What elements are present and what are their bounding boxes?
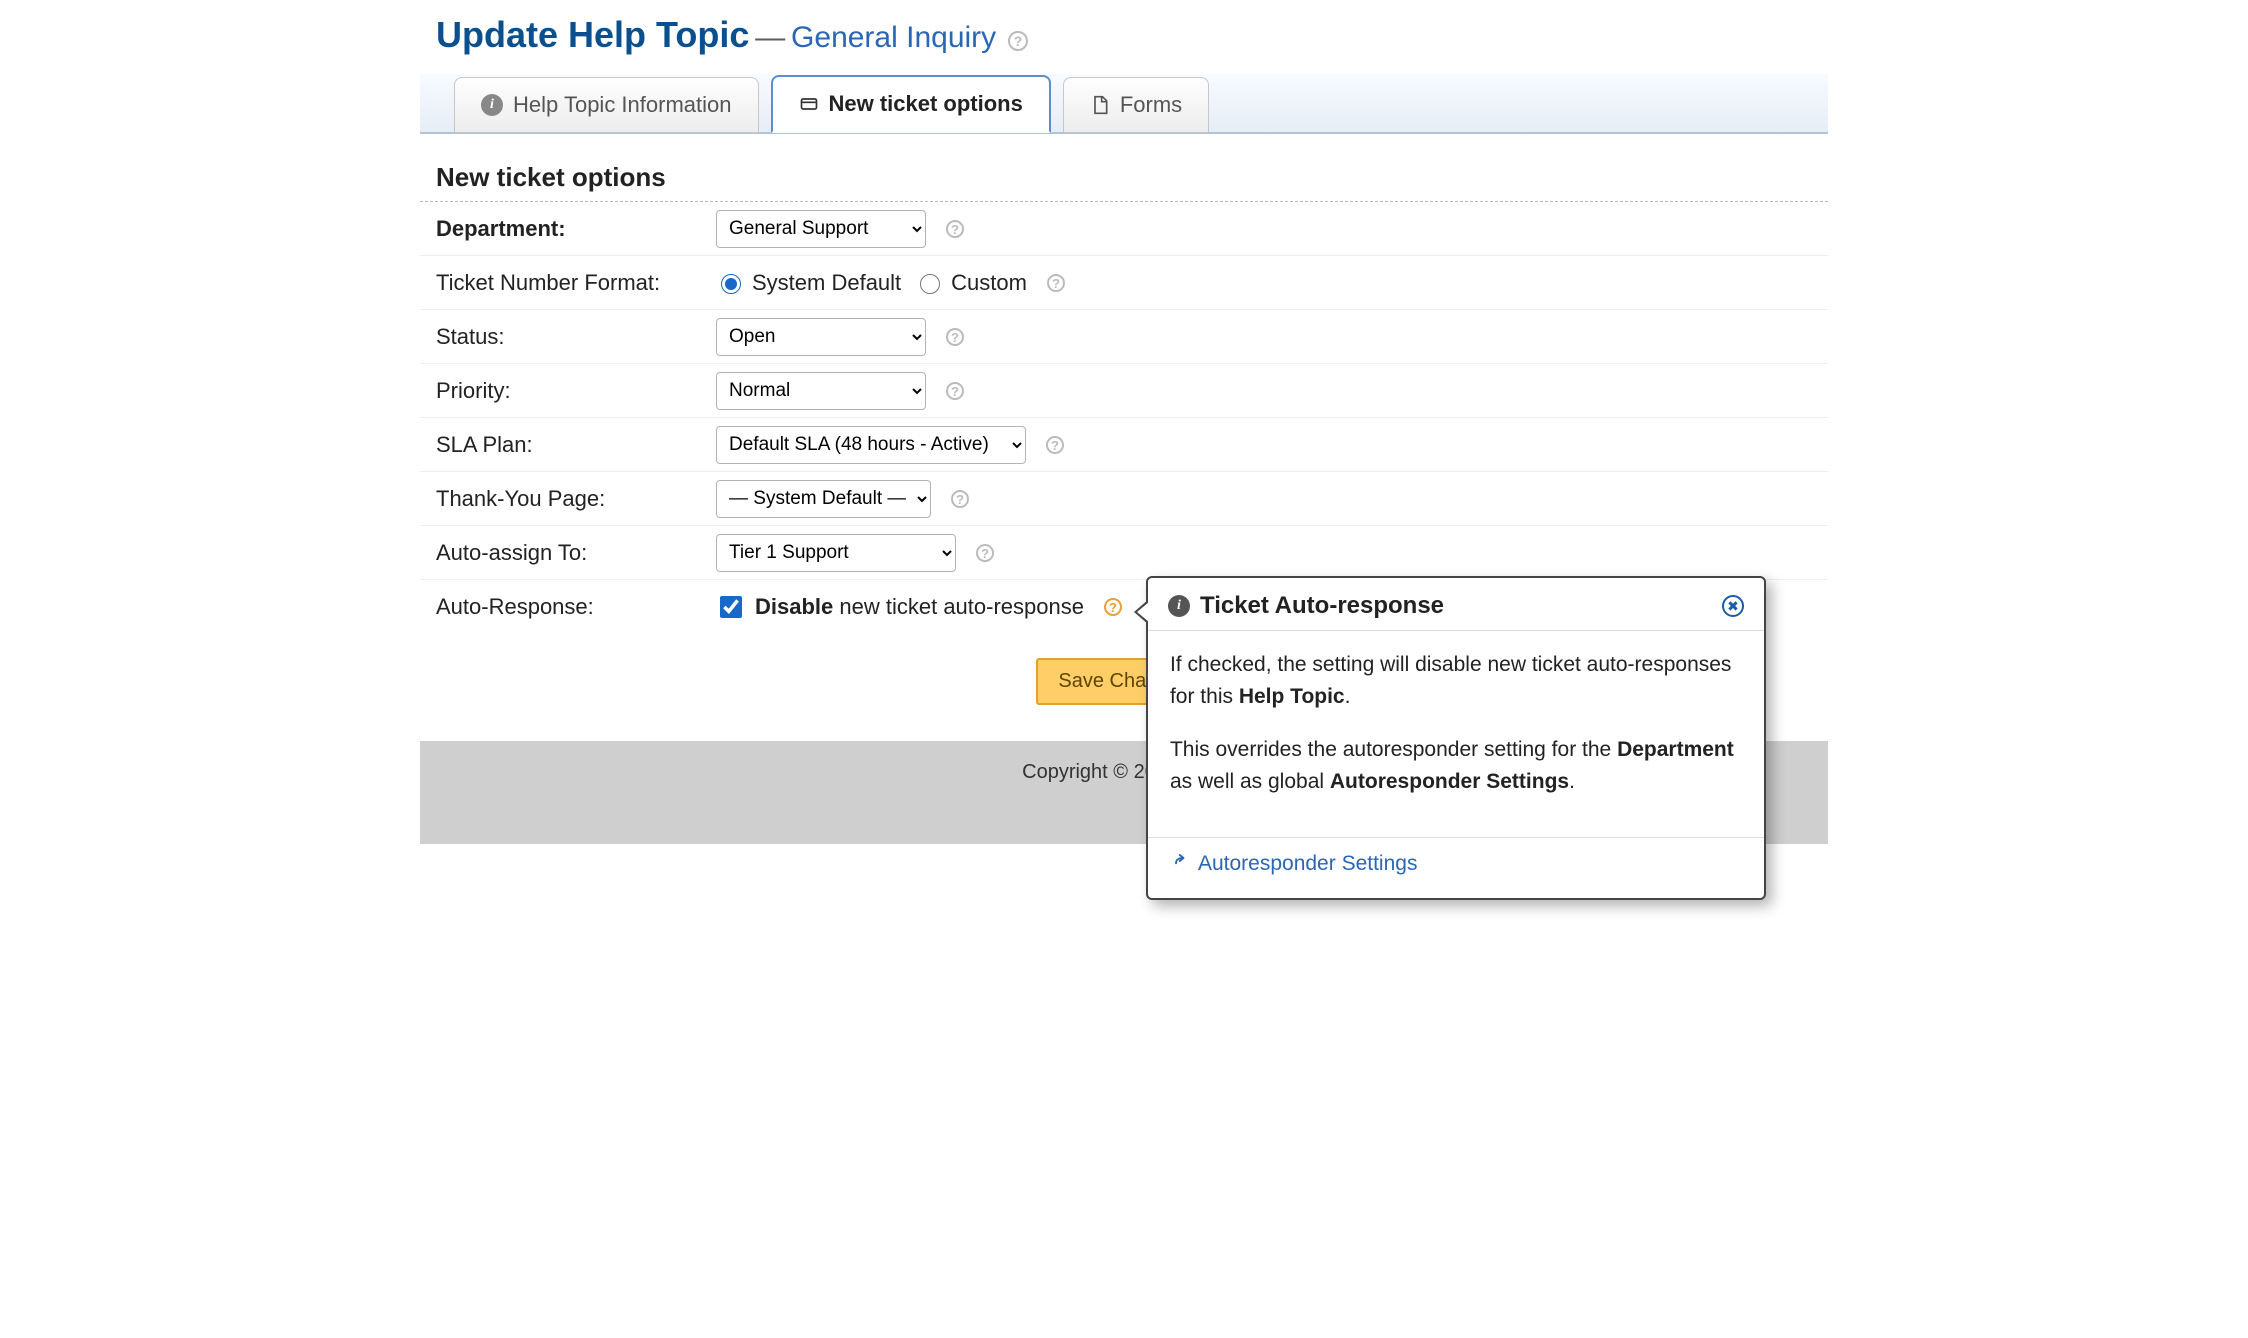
tab-forms[interactable]: Forms: [1063, 77, 1209, 133]
share-icon: [1170, 852, 1188, 876]
label-thank-you-page: Thank-You Page:: [436, 486, 716, 512]
autoresponder-settings-link[interactable]: Autoresponder Settings: [1170, 852, 1417, 876]
tabs-bar: i Help Topic Information New ticket opti…: [420, 74, 1828, 134]
info-icon: i: [1168, 595, 1190, 617]
popover-ticket-auto-response: i Ticket Auto-response ✖ If checked, the…: [1146, 576, 1766, 900]
select-auto-assign-to[interactable]: Tier 1 Support: [716, 534, 956, 572]
tab-label: Help Topic Information: [513, 92, 732, 118]
radio-system-default-input[interactable]: [721, 274, 741, 294]
radio-custom[interactable]: Custom: [915, 270, 1027, 296]
label-status: Status:: [436, 324, 716, 350]
popover-title: Ticket Auto-response: [1200, 592, 1444, 620]
select-department[interactable]: General Support: [716, 210, 926, 248]
close-icon[interactable]: ✖: [1722, 595, 1744, 617]
help-icon[interactable]: ?: [1046, 436, 1064, 454]
row-priority: Priority: Normal ?: [420, 364, 1828, 418]
row-thank-you-page: Thank-You Page: — System Default — ?: [420, 472, 1828, 526]
help-icon[interactable]: ?: [946, 328, 964, 346]
forms-icon: [1090, 95, 1110, 115]
row-department: Department: General Support ?: [420, 202, 1828, 256]
label-ticket-number-format: Ticket Number Format:: [436, 270, 716, 296]
checkbox-disable-auto-response[interactable]: Disable new ticket auto-response: [716, 593, 1084, 621]
label-department: Department:: [436, 216, 716, 242]
tab-new-ticket-options[interactable]: New ticket options: [771, 75, 1051, 133]
popover-title-row: i Ticket Auto-response: [1168, 592, 1444, 620]
tab-label: Forms: [1120, 92, 1182, 118]
title-subtitle: General Inquiry: [791, 21, 996, 54]
label-sla-plan: SLA Plan:: [436, 432, 716, 458]
tab-help-topic-information[interactable]: i Help Topic Information: [454, 77, 759, 133]
row-auto-assign-to: Auto-assign To: Tier 1 Support ?: [420, 526, 1828, 580]
help-icon-active[interactable]: ?: [1104, 598, 1122, 616]
checkbox-disable-auto-response-input[interactable]: [720, 596, 742, 618]
row-status: Status: Open ?: [420, 310, 1828, 364]
select-sla-plan[interactable]: Default SLA (48 hours - Active): [716, 426, 1026, 464]
row-sla-plan: SLA Plan: Default SLA (48 hours - Active…: [420, 418, 1828, 472]
title: Update Help Topic: [436, 14, 749, 55]
radio-system-default[interactable]: System Default: [716, 270, 901, 296]
title-separator: —: [755, 21, 785, 54]
help-icon[interactable]: ?: [951, 490, 969, 508]
help-icon[interactable]: ?: [946, 220, 964, 238]
info-icon: i: [481, 94, 503, 116]
help-icon[interactable]: ?: [976, 544, 994, 562]
popover-arrow: [1134, 600, 1148, 624]
ticket-icon: [799, 94, 819, 114]
label-priority: Priority:: [436, 378, 716, 404]
select-thank-you-page[interactable]: — System Default —: [716, 480, 931, 518]
section-heading: New ticket options: [420, 134, 1828, 202]
radio-custom-input[interactable]: [920, 274, 940, 294]
select-priority[interactable]: Normal: [716, 372, 926, 410]
help-icon[interactable]: ?: [1047, 274, 1065, 292]
help-icon[interactable]: ?: [946, 382, 964, 400]
popover-body: If checked, the setting will disable new…: [1148, 631, 1764, 837]
label-auto-response: Auto-Response:: [436, 594, 716, 620]
tab-label: New ticket options: [829, 91, 1023, 117]
select-status[interactable]: Open: [716, 318, 926, 356]
help-icon[interactable]: ?: [1008, 31, 1028, 51]
row-ticket-number-format: Ticket Number Format: System Default Cus…: [420, 256, 1828, 310]
label-auto-assign-to: Auto-assign To:: [436, 540, 716, 566]
page-title: Update Help Topic — General Inquiry ?: [420, 0, 1828, 74]
